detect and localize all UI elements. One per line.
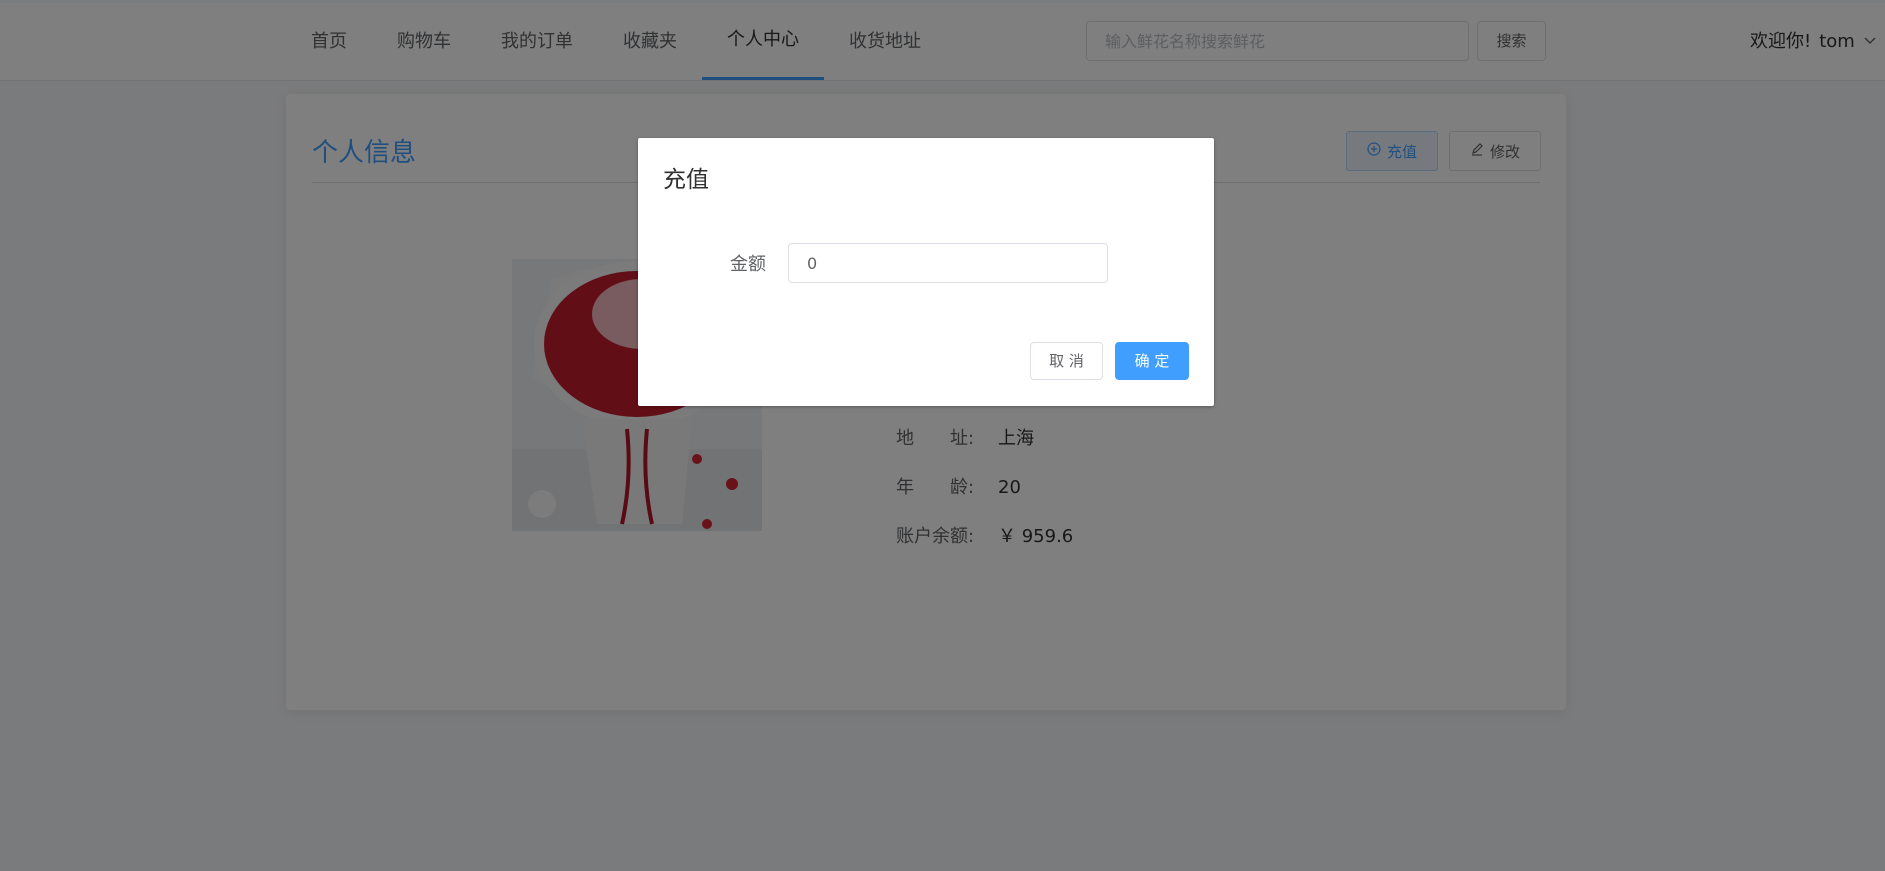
dialog-title: 充值 — [663, 167, 709, 193]
amount-input[interactable] — [788, 243, 1108, 283]
recharge-dialog: 充值 金额 取 消 确 定 — [638, 138, 1214, 406]
cancel-button[interactable]: 取 消 — [1030, 342, 1103, 380]
amount-label: 金额 — [730, 254, 766, 275]
confirm-button[interactable]: 确 定 — [1115, 342, 1189, 380]
modal-overlay[interactable] — [0, 0, 1885, 871]
